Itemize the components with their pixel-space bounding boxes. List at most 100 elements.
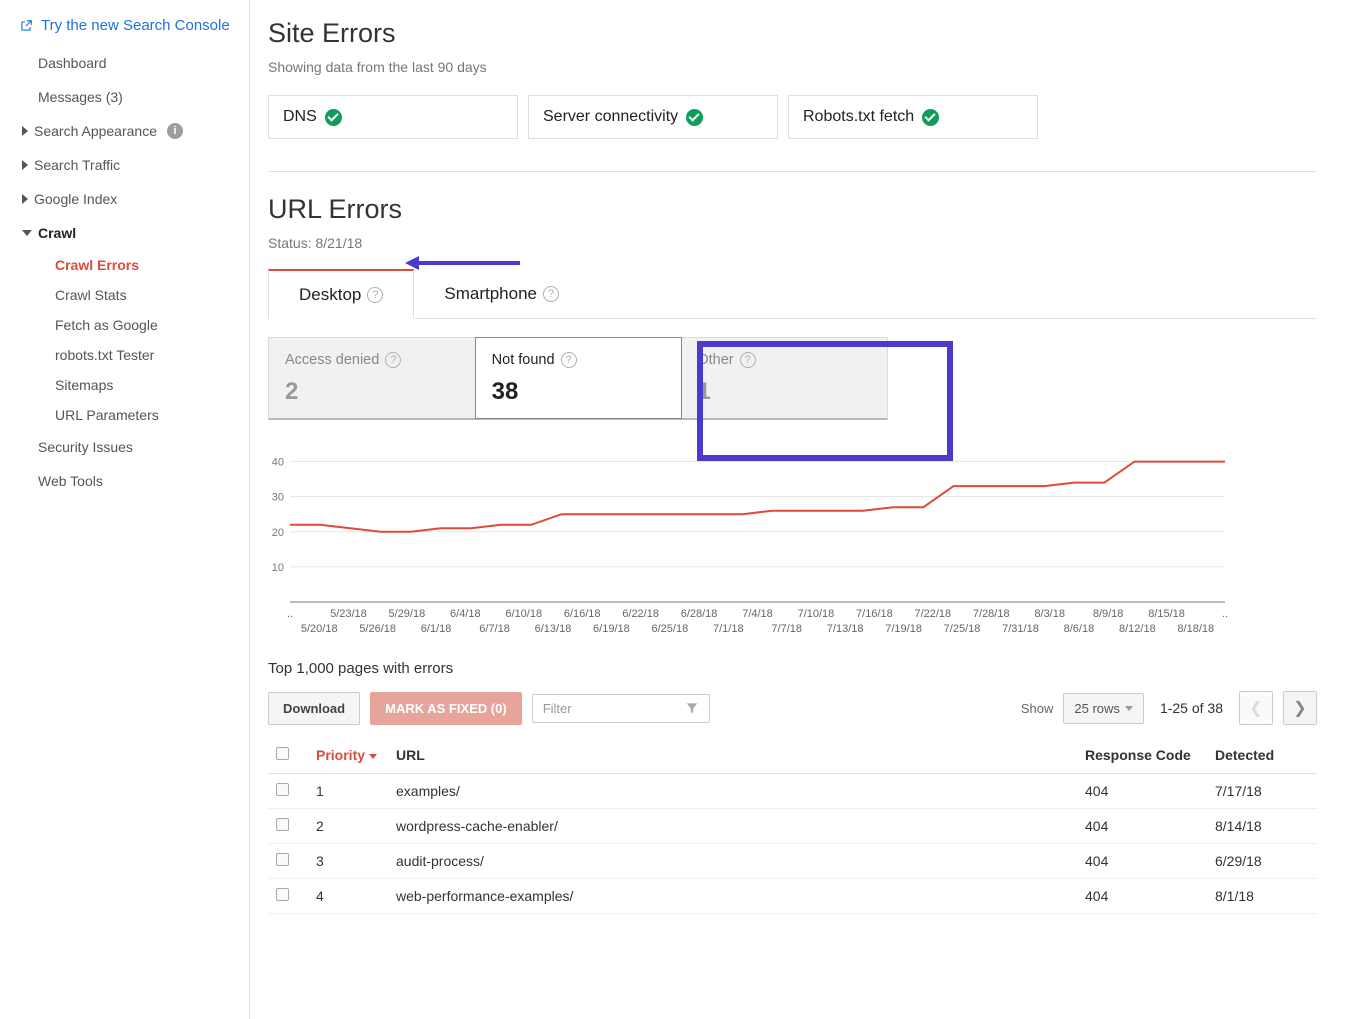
- next-page-button[interactable]: ❯: [1283, 691, 1317, 725]
- url-errors-heading: URL Errors: [268, 194, 1317, 225]
- filter-input[interactable]: Filter: [532, 694, 710, 723]
- row-checkbox[interactable]: [276, 888, 289, 901]
- caret-down-icon: [1125, 706, 1133, 711]
- svg-text:7/16/18: 7/16/18: [856, 608, 893, 620]
- svg-text:8/3/18: 8/3/18: [1034, 608, 1065, 620]
- table-row[interactable]: 1examples/4047/17/18: [268, 774, 1317, 809]
- check-circle-icon: [325, 109, 342, 126]
- cell-url: examples/: [388, 774, 1077, 809]
- table-row[interactable]: 4web-performance-examples/4048/1/18: [268, 879, 1317, 914]
- sidebar-item-web-tools[interactable]: Web Tools: [0, 464, 249, 498]
- svg-text:7/22/18: 7/22/18: [914, 608, 951, 620]
- table-title: Top 1,000 pages with errors: [268, 660, 1317, 677]
- row-checkbox[interactable]: [276, 818, 289, 831]
- svg-text:7/13/18: 7/13/18: [827, 623, 864, 635]
- site-error-card-robots[interactable]: Robots.txt fetch: [788, 95, 1038, 139]
- cell-detected: 6/29/18: [1207, 844, 1317, 879]
- svg-text:20: 20: [272, 527, 284, 539]
- column-header-url[interactable]: URL: [388, 737, 1077, 774]
- sidebar-item-fetch-as-google[interactable]: Fetch as Google: [0, 310, 249, 340]
- main-content: Site Errors Showing data from the last 9…: [250, 0, 1345, 1019]
- svg-text:6/1/18: 6/1/18: [421, 623, 452, 635]
- svg-text:8/15/18: 8/15/18: [1148, 608, 1185, 620]
- tab-smartphone[interactable]: Smartphone ?: [414, 269, 589, 318]
- svg-text:10: 10: [272, 562, 284, 574]
- page-info: 1-25 of 38: [1160, 700, 1223, 716]
- site-errors-heading: Site Errors: [268, 18, 1317, 49]
- svg-text:6/16/18: 6/16/18: [564, 608, 601, 620]
- svg-text:..: ..: [1222, 608, 1228, 620]
- svg-text:7/10/18: 7/10/18: [798, 608, 835, 620]
- svg-text:6/13/18: 6/13/18: [535, 623, 572, 635]
- site-error-card-dns[interactable]: DNS: [268, 95, 518, 139]
- row-checkbox[interactable]: [276, 783, 289, 796]
- column-header-response[interactable]: Response Code: [1077, 737, 1207, 774]
- table-row[interactable]: 2wordpress-cache-enabler/4048/14/18: [268, 809, 1317, 844]
- sidebar-item-robots-tester[interactable]: robots.txt Tester: [0, 340, 249, 370]
- cell-response-code: 404: [1077, 879, 1207, 914]
- svg-text:30: 30: [272, 492, 284, 504]
- rows-select[interactable]: 25 rows: [1063, 693, 1144, 724]
- cell-priority: 3: [308, 844, 388, 879]
- svg-text:7/19/18: 7/19/18: [885, 623, 922, 635]
- chevron-right-icon: ❯: [1293, 698, 1306, 718]
- try-new-console-link[interactable]: Try the new Search Console: [0, 14, 249, 46]
- download-button[interactable]: Download: [268, 692, 360, 725]
- site-error-card-server[interactable]: Server connectivity: [528, 95, 778, 139]
- site-errors-row: DNS Server connectivity Robots.txt fetch: [268, 95, 1317, 172]
- sort-desc-icon: [369, 754, 377, 759]
- sidebar-group-search-appearance[interactable]: Search Appearance i: [0, 114, 249, 148]
- row-checkbox[interactable]: [276, 853, 289, 866]
- svg-text:5/23/18: 5/23/18: [330, 608, 367, 620]
- cell-url: wordpress-cache-enabler/: [388, 809, 1077, 844]
- cell-response-code: 404: [1077, 809, 1207, 844]
- svg-text:40: 40: [272, 457, 284, 469]
- svg-text:..: ..: [287, 608, 293, 620]
- tab-desktop[interactable]: Desktop ?: [268, 269, 414, 319]
- select-all-checkbox[interactable]: [276, 747, 289, 760]
- svg-text:7/1/18: 7/1/18: [713, 623, 744, 635]
- sidebar: Try the new Search Console Dashboard Mes…: [0, 0, 250, 1019]
- svg-text:6/28/18: 6/28/18: [681, 608, 718, 620]
- sidebar-group-crawl[interactable]: Crawl: [0, 216, 249, 250]
- error-type-cards: Access denied? 2 Not found? 38 Other? 1: [268, 337, 888, 420]
- svg-text:6/4/18: 6/4/18: [450, 608, 481, 620]
- sidebar-item-messages[interactable]: Messages (3): [0, 80, 249, 114]
- cell-url: audit-process/: [388, 844, 1077, 879]
- svg-text:8/18/18: 8/18/18: [1177, 623, 1214, 635]
- error-card-access-denied[interactable]: Access denied? 2: [269, 338, 476, 418]
- column-header-priority[interactable]: Priority: [308, 737, 388, 774]
- caret-right-icon: [22, 160, 28, 170]
- prev-page-button[interactable]: ❮: [1239, 691, 1273, 725]
- caret-down-icon: [22, 230, 32, 236]
- help-icon: ?: [740, 352, 756, 368]
- sidebar-item-dashboard[interactable]: Dashboard: [0, 46, 249, 80]
- cell-url: web-performance-examples/: [388, 879, 1077, 914]
- svg-text:6/7/18: 6/7/18: [479, 623, 510, 635]
- mark-as-fixed-button[interactable]: MARK AS FIXED (0): [370, 692, 522, 725]
- help-icon: ?: [561, 352, 577, 368]
- table-row[interactable]: 3audit-process/4046/29/18: [268, 844, 1317, 879]
- svg-text:5/20/18: 5/20/18: [301, 623, 338, 635]
- sidebar-item-crawl-stats[interactable]: Crawl Stats: [0, 280, 249, 310]
- sidebar-item-crawl-errors[interactable]: Crawl Errors: [0, 250, 249, 280]
- errors-table: Priority URL Response Code Detected 1exa…: [268, 737, 1317, 914]
- url-errors-status: Status: 8/21/18: [268, 235, 1317, 251]
- sidebar-item-security[interactable]: Security Issues: [0, 430, 249, 464]
- svg-text:7/25/18: 7/25/18: [944, 623, 981, 635]
- cell-priority: 1: [308, 774, 388, 809]
- cell-response-code: 404: [1077, 774, 1207, 809]
- filter-icon: [685, 701, 699, 715]
- error-card-not-found[interactable]: Not found? 38: [475, 337, 683, 419]
- column-header-detected[interactable]: Detected: [1207, 737, 1317, 774]
- chevron-left-icon: ❮: [1249, 698, 1262, 718]
- error-card-other[interactable]: Other? 1: [681, 338, 887, 418]
- check-circle-icon: [922, 109, 939, 126]
- sidebar-group-search-traffic[interactable]: Search Traffic: [0, 148, 249, 182]
- sidebar-group-google-index[interactable]: Google Index: [0, 182, 249, 216]
- site-errors-subtitle: Showing data from the last 90 days: [268, 59, 1317, 75]
- sidebar-item-url-parameters[interactable]: URL Parameters: [0, 400, 249, 430]
- info-icon: i: [167, 123, 183, 139]
- sidebar-item-sitemaps[interactable]: Sitemaps: [0, 370, 249, 400]
- errors-chart: 10203040..5/23/185/29/186/4/186/10/186/1…: [268, 442, 1317, 644]
